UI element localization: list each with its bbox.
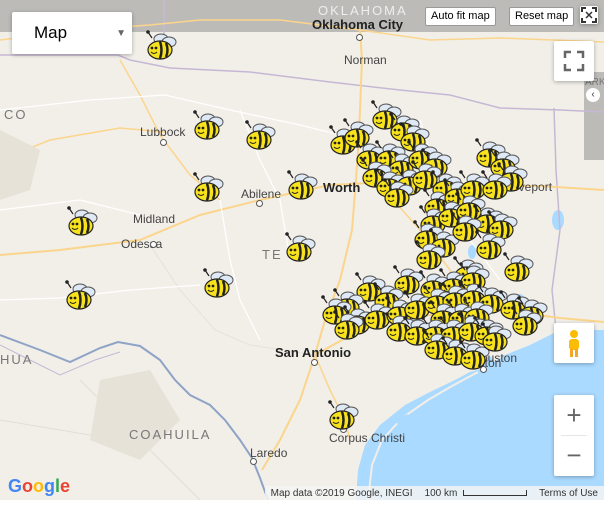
zoom-out-button[interactable]: − xyxy=(554,436,594,476)
label-midland: Midland xyxy=(133,212,176,226)
bee-marker-icon[interactable] xyxy=(200,268,234,300)
reset-map-button[interactable]: Reset map xyxy=(509,7,575,26)
zoom-in-button[interactable]: + xyxy=(554,395,594,435)
label-new-mexico: CO xyxy=(4,107,28,122)
bee-marker-icon[interactable] xyxy=(478,322,512,354)
bee-marker-icon[interactable] xyxy=(330,310,364,342)
scale-bar[interactable]: 100 km xyxy=(419,488,534,499)
city-dot-laredo xyxy=(250,458,257,465)
fullscreen-icon[interactable] xyxy=(580,6,598,24)
city-dot-lubbock xyxy=(160,139,167,146)
label-texas: TE xyxy=(262,247,283,262)
map-type-select[interactable]: Map ▼ xyxy=(12,12,132,54)
bee-marker-icon[interactable] xyxy=(500,252,534,284)
google-logo[interactable]: Google xyxy=(8,476,70,497)
bee-marker-icon[interactable] xyxy=(282,232,316,264)
bee-marker-icon[interactable] xyxy=(190,110,224,142)
bee-marker-icon[interactable] xyxy=(284,170,318,202)
fullscreen-toggle-icon[interactable] xyxy=(554,41,594,81)
bee-marker-icon[interactable] xyxy=(143,30,177,62)
label-norman: Norman xyxy=(344,53,387,67)
attribution-bar: Map data ©2019 Google, INEGI 100 km Term… xyxy=(264,486,604,500)
city-dot-oklahoma-city xyxy=(356,34,363,41)
collapse-arrow-icon[interactable]: ‹ xyxy=(586,88,600,102)
label-corpus-christi: Corpus Christi xyxy=(329,431,406,445)
pegman-icon[interactable] xyxy=(554,323,594,363)
city-dot-abilene xyxy=(256,200,263,207)
label-coahuila: COAHUILA xyxy=(129,427,212,442)
bee-marker-icon[interactable] xyxy=(62,280,96,312)
map-data-credit: Map data ©2019 Google, INEGI xyxy=(270,487,413,499)
map-canvas[interactable]: OKLAHOMA Oklahoma City Norman Lubbock Ab… xyxy=(0,0,604,500)
label-fort-worth: Worth xyxy=(323,180,361,195)
bee-marker-icon[interactable] xyxy=(380,178,414,210)
zoom-control: + − xyxy=(554,395,594,476)
label-san-antonio: San Antonio xyxy=(275,345,352,360)
bee-marker-icon[interactable] xyxy=(64,206,98,238)
terms-of-use-link[interactable]: Terms of Use xyxy=(533,488,604,499)
bee-marker-icon[interactable] xyxy=(508,306,542,338)
caret-down-icon: ▼ xyxy=(116,27,126,39)
city-dot-san-antonio xyxy=(311,359,318,366)
label-chihuahua: HUA xyxy=(0,352,34,367)
label-oklahoma-city: Oklahoma City xyxy=(312,17,404,32)
label-abilene: Abilene xyxy=(241,187,282,201)
bee-marker-icon[interactable] xyxy=(325,400,359,432)
map-type-label: Map xyxy=(34,23,68,42)
auto-fit-map-button[interactable]: Auto fit map xyxy=(425,7,496,26)
bee-marker-icon[interactable] xyxy=(190,172,224,204)
scale-label: 100 km xyxy=(424,487,458,499)
bee-marker-icon[interactable] xyxy=(242,120,276,152)
label-oklahoma-state: OKLAHOMA xyxy=(318,3,408,18)
city-dot-odessa xyxy=(150,241,157,248)
label-lubbock: Lubbock xyxy=(140,125,186,139)
